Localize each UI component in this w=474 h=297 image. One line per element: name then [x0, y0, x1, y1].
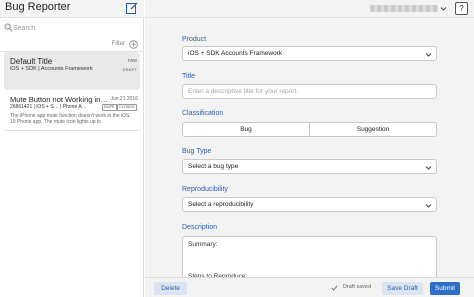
search-bar — [0, 20, 144, 36]
list-item-description: The iPhone app mute function doesn't wor… — [10, 113, 130, 125]
draft-status: Draft saved — [343, 284, 372, 290]
checkmark-icon — [331, 285, 338, 291]
reproducibility-value: Select a reproducibility — [188, 201, 254, 208]
bug-type-value: Select a bug type — [188, 163, 239, 170]
chevron-down-icon — [425, 204, 432, 208]
bug-report-form: Product iOS + SDK Accounts Framework Tit… — [182, 18, 437, 286]
help-button[interactable]: ? — [455, 2, 468, 15]
list-item-date: Jun 21 2016 — [110, 96, 138, 102]
list-item-report[interactable]: Mute Button not Working in… Jun 21 2016 … — [4, 91, 140, 131]
app-title: Bug Reporter — [5, 1, 71, 13]
description-label: Description — [182, 224, 218, 231]
list-item-title: Default Title — [10, 57, 53, 66]
reproducibility-label: Reproducibility — [182, 186, 228, 193]
product-label: Product — [182, 36, 207, 43]
list-item-draft[interactable]: Default Title now iOS + SDK | Accounts F… — [4, 52, 140, 90]
list-item-title: Mute Button not Working in… — [10, 95, 108, 104]
chevron-down-icon — [425, 166, 432, 170]
chevron-down-icon[interactable] — [440, 5, 447, 12]
status-badge: DRAFT — [122, 67, 137, 72]
search-input[interactable] — [13, 21, 138, 35]
list-item-meta: 26861421 | iOS + S… | Phone A… — [10, 104, 87, 110]
title-input[interactable] — [182, 84, 437, 99]
main-header: ? — [145, 0, 474, 18]
bug-type-select[interactable]: Select a bug type — [182, 159, 437, 174]
classification-bug[interactable]: Bug — [183, 123, 309, 136]
sidebar-header: Bug Reporter — [0, 0, 144, 18]
submit-button[interactable]: Submit — [430, 282, 460, 295]
filter-label[interactable]: Filter — [112, 41, 125, 47]
search-icon — [4, 23, 13, 32]
product-value: iOS + SDK Accounts Framework — [188, 50, 283, 57]
main-panel: ? Product iOS + SDK Accounts Framework T… — [145, 0, 474, 297]
classification-suggestion[interactable]: Suggestion — [309, 123, 436, 136]
compose-icon[interactable] — [126, 2, 138, 14]
filter-row: Filter — [0, 38, 144, 52]
footer-bar: Delete Draft saved Save Draft Submit — [145, 277, 474, 297]
sidebar: Bug Reporter Filter Default Title now iO — [0, 0, 144, 297]
account-menu[interactable] — [370, 5, 438, 12]
dupe-badge: DUPE — [102, 104, 117, 111]
classification-label: Classification — [182, 110, 224, 117]
reproducibility-select[interactable]: Select a reproducibility — [182, 197, 437, 212]
delete-button[interactable]: Delete — [154, 282, 187, 295]
title-label: Title — [182, 73, 195, 80]
classification-segmented-control: Bug Suggestion — [182, 122, 437, 137]
list-item-product: iOS + SDK | Accounts Framework — [10, 66, 93, 72]
closed-badge: CLOSED — [117, 104, 137, 111]
filter-add-icon[interactable] — [129, 40, 138, 49]
bug-type-label: Bug Type — [182, 148, 212, 155]
bug-reporter-window: Bug Reporter Filter Default Title now iO — [0, 0, 474, 297]
chevron-down-icon — [425, 53, 432, 57]
save-draft-button[interactable]: Save Draft — [382, 282, 423, 295]
product-select[interactable]: iOS + SDK Accounts Framework — [182, 46, 437, 61]
list-item-time: now — [127, 58, 137, 64]
